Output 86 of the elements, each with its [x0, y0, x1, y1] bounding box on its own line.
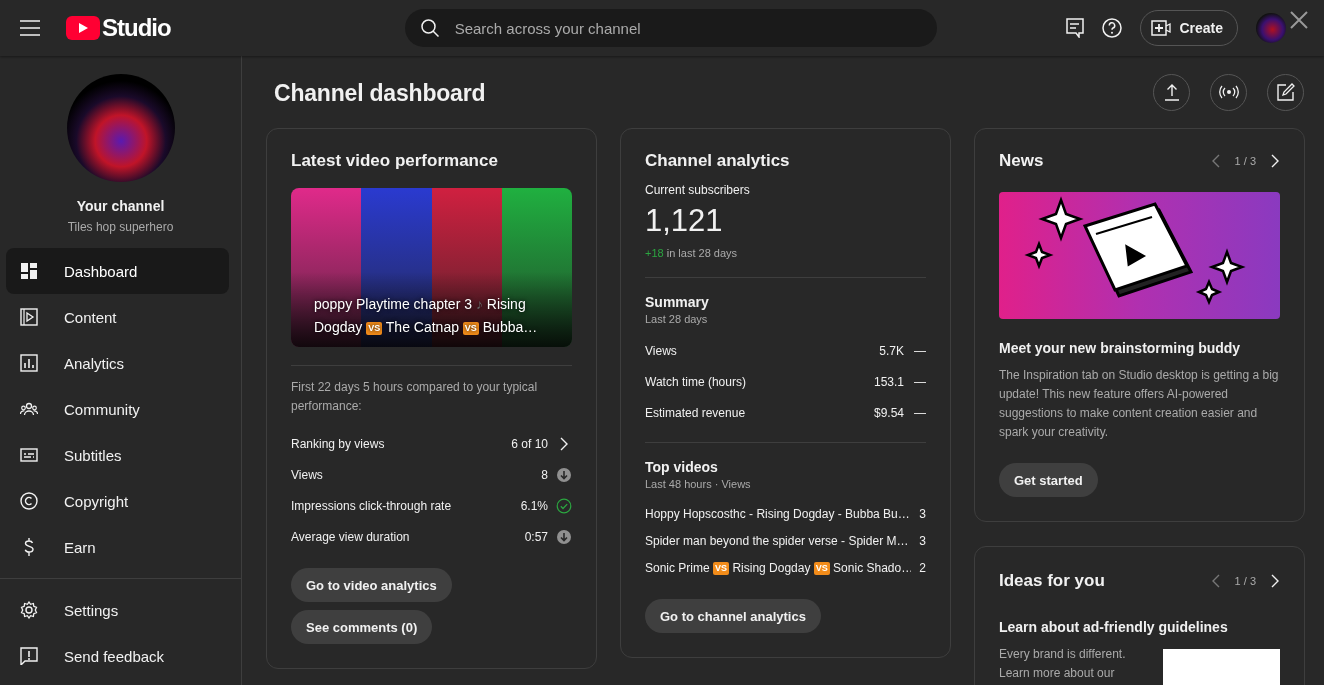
trend-dash: —: [914, 374, 926, 389]
video-title[interactable]: Spider man beyond the spider verse - Spider M…: [645, 533, 912, 548]
chevron-right-icon[interactable]: [1270, 154, 1280, 168]
pill-button[interactable]: See comments (0): [291, 610, 433, 644]
chevron-left-icon[interactable]: [1210, 574, 1221, 588]
metric-label: Average view duration: [291, 529, 410, 544]
trend-dash: —: [914, 405, 926, 420]
nav-item[interactable]: Send feedback: [6, 633, 229, 679]
nav-item[interactable]: Dashboard: [6, 248, 229, 294]
analytics-icon: [20, 354, 38, 372]
nav-item[interactable]: Settings: [6, 587, 229, 633]
search-icon: [420, 19, 439, 37]
nav-item[interactable]: Analytics: [6, 340, 229, 386]
video-title[interactable]: Hoppy Hopscosthc - Rising Dogday - Bubba Bu…: [645, 506, 912, 521]
section-title: Summary: [645, 294, 710, 310]
subscribers-label: Current subscribers: [645, 183, 751, 197]
card-title: News: [999, 151, 1044, 171]
close-icon[interactable]: [1290, 11, 1308, 29]
logo-wordmark: Studio: [102, 14, 171, 42]
metric-value: 8: [541, 467, 548, 482]
feedback-icon: [20, 647, 38, 665]
channel-name: Tiles hop superhero: [67, 220, 174, 234]
check-circle-icon: [556, 497, 572, 514]
metric-label: Impressions click-through rate: [291, 498, 452, 513]
subscriber-change: +18 in last 28 days: [645, 247, 739, 259]
nav-item[interactable]: Earn: [6, 524, 229, 570]
search-bar[interactable]: Search across your channel: [404, 9, 937, 47]
arrow-down-icon: [556, 466, 572, 483]
idea-headline: Learn about ad-friendly guidelines: [999, 619, 1229, 635]
video-thumbnail[interactable]: poppy Playtime chapter 3 ♪ Rising Dogday VS The Catnap VS Bubba…: [291, 188, 572, 347]
idea-body: Every brand is different. Learn more about our: [999, 646, 1127, 682]
page-title: Channel dashboard: [274, 79, 486, 107]
nav-item[interactable]: Copyright: [6, 478, 229, 524]
nav-item[interactable]: Community: [6, 386, 229, 432]
section-title: Top videos: [645, 459, 719, 475]
metric-value: 6 of 10: [511, 436, 548, 451]
pill-button[interactable]: Go to channel analytics: [645, 599, 821, 633]
arrow-down-icon: [556, 528, 572, 545]
copyright-icon: [20, 492, 38, 510]
metric-label: Views: [645, 343, 677, 358]
message-icon[interactable]: [1066, 18, 1085, 38]
card-title: Latest video performance: [291, 151, 499, 171]
video-title[interactable]: Sonic Prime VS Rising Dogday VS Sonic Shado…: [645, 560, 912, 575]
view-count: 3: [919, 533, 926, 548]
news-headline: Meet your new brainstorming buddy: [999, 340, 1242, 356]
news-body: The Inspiration tab on Studio desktop is getting a big update! This new feature offers AI-powered suggestions to make content creation easier and spark your creativity.: [999, 367, 1280, 441]
pill-button[interactable]: Go to video analytics: [291, 568, 452, 602]
content-icon: [20, 308, 38, 326]
section-period: Last 28 days: [645, 313, 709, 325]
card-title: Ideas for you: [999, 571, 1105, 591]
card-title: Channel analytics: [645, 151, 791, 171]
section-period: Last 48 hours · Views: [645, 478, 752, 490]
pager-count: 1 / 3: [1234, 155, 1256, 167]
search-field[interactable]: Search across your channel: [452, 18, 937, 38]
subtitles-icon: [20, 446, 38, 464]
video-plus-icon: [1151, 20, 1172, 36]
metric-label: Views: [291, 467, 323, 482]
pager-count: 1 / 3: [1234, 575, 1256, 587]
menu-icon[interactable]: [20, 20, 40, 36]
subscriber-count: 1,121: [645, 203, 724, 239]
nav-item[interactable]: Content: [6, 294, 229, 340]
upload-icon: [1163, 83, 1180, 101]
chevron-left-icon[interactable]: [1210, 154, 1221, 168]
channel-title: Your channel: [76, 198, 165, 214]
metric-value: $9.54: [873, 405, 904, 420]
metric-label: Estimated revenue: [645, 405, 746, 420]
edit-icon: [1276, 83, 1295, 101]
metric-value: 6.1%: [520, 498, 548, 513]
dashboard-icon: [20, 262, 38, 280]
view-count: 3: [919, 506, 926, 521]
metric-value: 5.7K: [879, 343, 904, 358]
metric-value: 153.1: [873, 374, 904, 389]
play-logo-icon: [66, 16, 100, 40]
trend-dash: —: [914, 343, 926, 358]
view-count: 2: [919, 560, 926, 575]
help-icon[interactable]: [1102, 18, 1123, 38]
metric-label: Watch time (hours): [645, 374, 746, 389]
chevron-right-icon[interactable]: [1270, 574, 1280, 588]
community-icon: [20, 400, 38, 418]
settings-icon: [20, 601, 38, 619]
metric-label: Ranking by views: [291, 436, 385, 451]
nav-item[interactable]: Subtitles: [6, 432, 229, 478]
comparison-note: First 22 days 5 hours compared to your typical performance:: [291, 365, 572, 416]
pill-button[interactable]: Get started: [999, 463, 1098, 497]
metric-value: 0:57: [524, 529, 548, 544]
broadcast-icon: [1217, 85, 1240, 99]
